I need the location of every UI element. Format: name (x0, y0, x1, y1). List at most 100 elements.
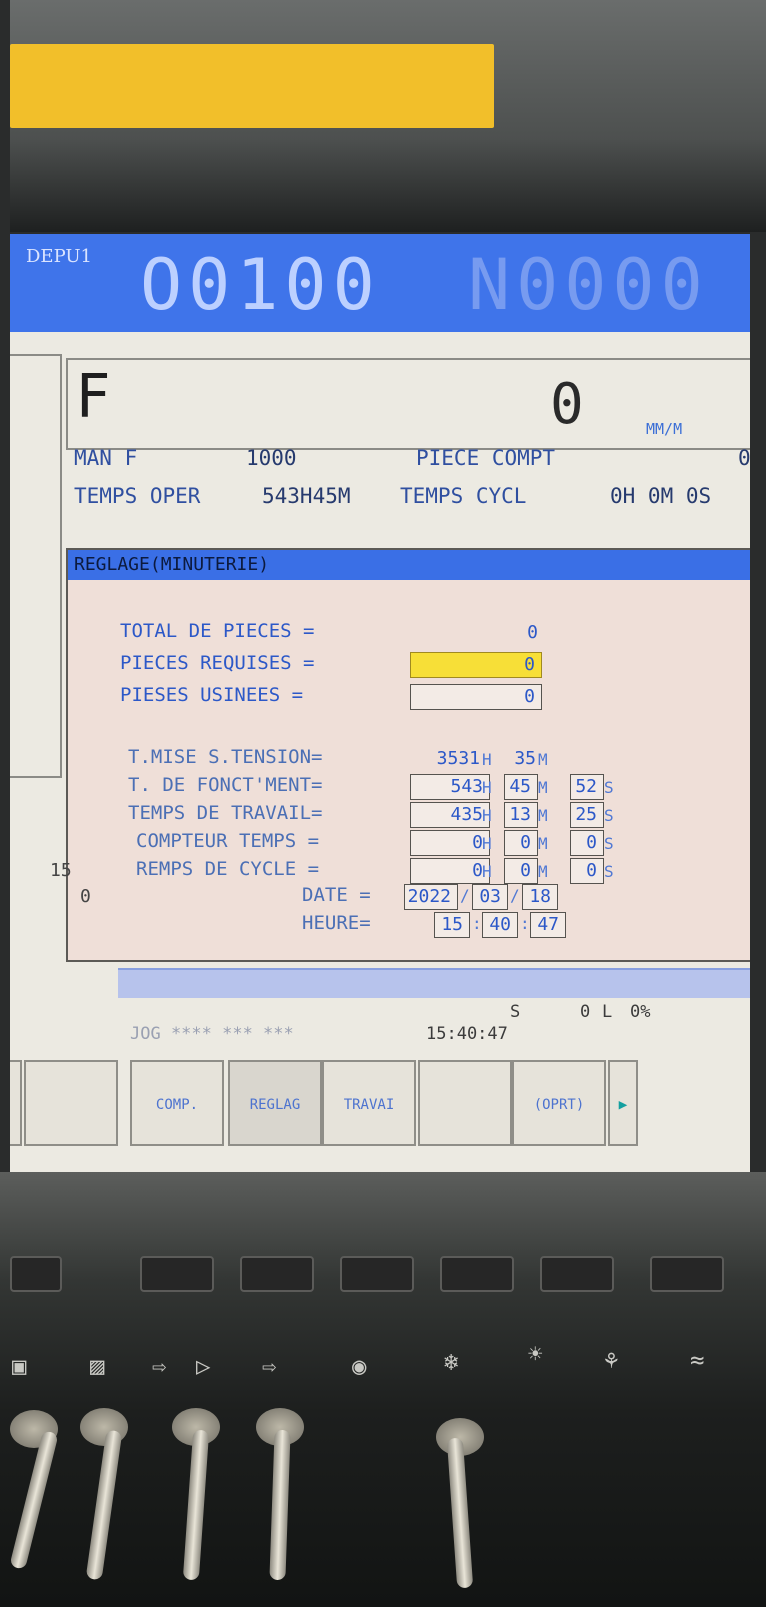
time-second-field[interactable]: 47 (530, 912, 566, 938)
time-separator: : (472, 914, 482, 933)
softkey-reglag[interactable]: REGLAG (228, 1060, 322, 1146)
feed-unit: MM/M (646, 420, 683, 438)
fonct-seconds-field[interactable]: 52 (570, 774, 604, 800)
hardware-softkey-3[interactable] (340, 1256, 414, 1292)
command-input-line[interactable] (118, 968, 750, 998)
machine-control-panel (0, 1172, 766, 1607)
softkey-next-arrow-icon[interactable]: ▸ (608, 1060, 638, 1146)
timer-settings-dialog: REGLAGE(MINUTERIE) TOTAL DE PIECES = 0 P… (66, 548, 750, 962)
travail-hours-field[interactable]: 435 (410, 802, 490, 828)
feed-value: 0 (550, 372, 584, 437)
time-hour-field[interactable]: 15 (434, 912, 470, 938)
optional-stop-icon: ⇨ (262, 1352, 277, 1380)
fonct-minutes-field[interactable]: 45 (504, 774, 538, 800)
pieces-requises-field[interactable]: 0 (410, 652, 542, 678)
minutes-unit: M (538, 750, 548, 769)
minutes-unit: M (538, 862, 548, 881)
compteur-label: COMPTEUR TEMPS = (136, 830, 320, 852)
travail-label: TEMPS DE TRAVAIL= (128, 802, 323, 824)
program-number: O0100 (140, 244, 381, 326)
cnc-screen: DEPU1 O0100 N0000 F 0 MM/M MAN F 1000 PI… (10, 234, 750, 1172)
time-separator: : (520, 914, 530, 933)
minutes-unit: M (538, 778, 548, 797)
compteur-hours-field[interactable]: 0 (410, 830, 490, 856)
load-label: L (602, 1002, 613, 1022)
compteur-seconds-field[interactable]: 0 (570, 830, 604, 856)
softkey-bar: COMP. REGLAG TRAVAI (OPRT) ▸ (10, 1060, 750, 1152)
piece-compt-label: PIECE COMPT (416, 446, 556, 470)
spindle-label: S (510, 1002, 521, 1022)
man-f-label: MAN F (74, 446, 138, 470)
date-label: DATE = (302, 884, 371, 906)
seconds-unit: S (604, 806, 614, 825)
softkey-6[interactable] (418, 1060, 512, 1146)
work-light-icon: ☀ (528, 1340, 543, 1368)
feed-hold-icon: ▷ (196, 1352, 211, 1380)
pieces-requises-label: PIECES REQUISES = (120, 652, 315, 674)
date-separator: / (460, 886, 470, 905)
travail-seconds-field[interactable]: 25 (570, 802, 604, 828)
travail-minutes-field[interactable]: 13 (504, 802, 538, 828)
hardware-softkey-1[interactable] (140, 1256, 214, 1292)
load-value: 0% (630, 1002, 651, 1022)
hardware-softkey-5[interactable] (540, 1256, 614, 1292)
side-value-top: 15 (50, 860, 72, 881)
fonct-label: T. DE FONCT'MENT= (128, 774, 323, 796)
piece-compt-value: 0 (738, 446, 750, 470)
block-skip-icon: ▨ (90, 1352, 105, 1380)
date-day-field[interactable]: 18 (522, 884, 558, 910)
mise-tension-label: T.MISE S.TENSION= (128, 746, 323, 768)
single-block-icon: ▣ (12, 1352, 27, 1380)
feed-letter: F (76, 362, 111, 432)
minutes-unit: M (538, 834, 548, 853)
hours-unit: H (482, 834, 492, 853)
path-label: DEPU1 (26, 246, 92, 267)
time-minute-field[interactable]: 40 (482, 912, 518, 938)
time-label: HEURE= (302, 912, 371, 934)
mise-tension-hours: 3531 (436, 748, 480, 769)
total-pieces-value: 0 (527, 622, 538, 643)
status-clock: 15:40:47 (426, 1024, 508, 1044)
dialog-title: REGLAGE(MINUTERIE) (68, 550, 750, 580)
machine-warning-strip (10, 44, 494, 128)
hardware-softkey-4[interactable] (440, 1256, 514, 1292)
sequence-number: N0000 (468, 244, 709, 326)
hours-unit: H (482, 778, 492, 797)
left-position-panel (10, 354, 62, 778)
pieses-usinees-label: PIESES USINEES = (120, 684, 304, 706)
softkey-comp[interactable]: COMP. (130, 1060, 224, 1146)
date-month-field[interactable]: 03 (472, 884, 508, 910)
temps-cycl-value: 0H 0M 0S (610, 484, 712, 508)
temps-oper-value: 543H45M (262, 484, 351, 508)
date-year-field[interactable]: 2022 (404, 884, 458, 910)
temps-oper-label: TEMPS OPER (74, 484, 201, 508)
seconds-unit: S (604, 862, 614, 881)
hours-unit: H (482, 750, 492, 769)
pieses-usinees-field[interactable]: 0 (410, 684, 542, 710)
cycle-label: REMPS DE CYCLE = (136, 858, 320, 880)
mode-indicator: JOG **** *** *** (130, 1024, 294, 1044)
compteur-minutes-field[interactable]: 0 (504, 830, 538, 856)
air-blow-icon: ≈ (690, 1346, 705, 1374)
chip-conveyor-icon: ⚘ (604, 1346, 619, 1374)
softkey-oprt[interactable]: (OPRT) (512, 1060, 606, 1146)
minutes-unit: M (538, 806, 548, 825)
spindle-value: 0 (580, 1002, 591, 1022)
softkey-1[interactable] (24, 1060, 118, 1146)
fonct-hours-field[interactable]: 543 (410, 774, 490, 800)
dry-run-icon: ⇨ (152, 1352, 167, 1380)
temps-cycl-label: TEMPS CYCL (400, 484, 527, 508)
hardware-softkey-0[interactable] (10, 1256, 62, 1292)
hours-unit: H (482, 862, 492, 881)
hardware-softkey-2[interactable] (240, 1256, 314, 1292)
seconds-unit: S (604, 778, 614, 797)
mise-tension-minutes: 35 (514, 748, 536, 769)
coolant-icon: ❄ (444, 1348, 459, 1376)
softkey-travai[interactable]: TRAVAI (322, 1060, 416, 1146)
cycle-minutes-field[interactable]: 0 (504, 858, 538, 884)
cycle-hours-field[interactable]: 0 (410, 858, 490, 884)
total-pieces-label: TOTAL DE PIECES = (120, 620, 315, 642)
softkey-edge[interactable] (10, 1060, 22, 1146)
hardware-softkey-6[interactable] (650, 1256, 724, 1292)
cycle-seconds-field[interactable]: 0 (570, 858, 604, 884)
